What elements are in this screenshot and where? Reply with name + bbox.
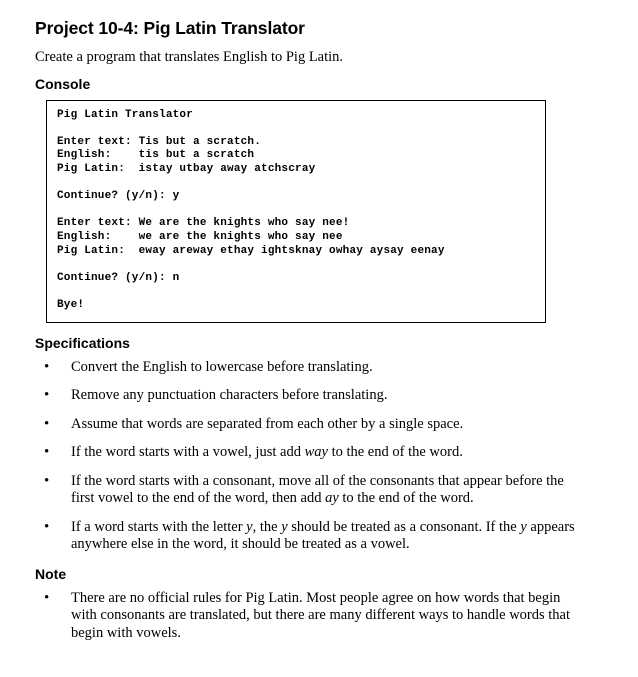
list-item: If a word starts with the letter y, the … [44,518,604,554]
console-transcript: Pig Latin Translator Enter text: Tis but… [57,108,445,311]
page-title: Project 10-4: Pig Latin Translator [35,18,305,38]
note-section-heading: Note [35,565,67,582]
spec-emphasis: way [304,444,328,461]
document-page: Project 10-4: Pig Latin Translator Creat… [0,0,638,643]
spec-text: Remove any punctuation characters before… [71,387,388,404]
console-output-box: Pig Latin Translator Enter text: Tis but… [46,99,546,323]
specifications-section-heading: Specifications [35,334,130,351]
list-item: If the word starts with a vowel, just ad… [44,443,604,462]
spec-text: Assume that words are separated from eac… [71,415,464,432]
spec-text: If the word starts with a vowel, just ad… [71,444,305,461]
list-item: Remove any punctuation characters before… [44,386,604,405]
spec-text-tail: to the end of the word. [327,444,463,461]
spec-text: If the word starts with a consonant, mov… [71,472,564,507]
note-text: There are no official rules for Pig Lati… [71,589,571,642]
spec-text-mid: , the [252,518,282,535]
note-list: There are no official rules for Pig Lati… [35,589,604,643]
list-item: Convert the English to lowercase before … [44,358,604,377]
spec-text-post: should be treated as a consonant. If the [287,518,521,535]
spec-text: Convert the English to lowercase before … [71,358,373,375]
spec-emphasis: ay [325,490,339,507]
spec-text-tail: to the end of the word. [338,490,474,507]
list-item: If the word starts with a consonant, mov… [44,472,604,508]
spec-text: If a word starts with the letter [71,518,247,535]
list-item: Assume that words are separated from eac… [44,415,604,434]
list-item: There are no official rules for Pig Lati… [44,589,604,643]
intro-paragraph: Create a program that translates English… [35,49,344,66]
specifications-list: Convert the English to lowercase before … [35,358,604,554]
console-section-heading: Console [35,75,91,92]
